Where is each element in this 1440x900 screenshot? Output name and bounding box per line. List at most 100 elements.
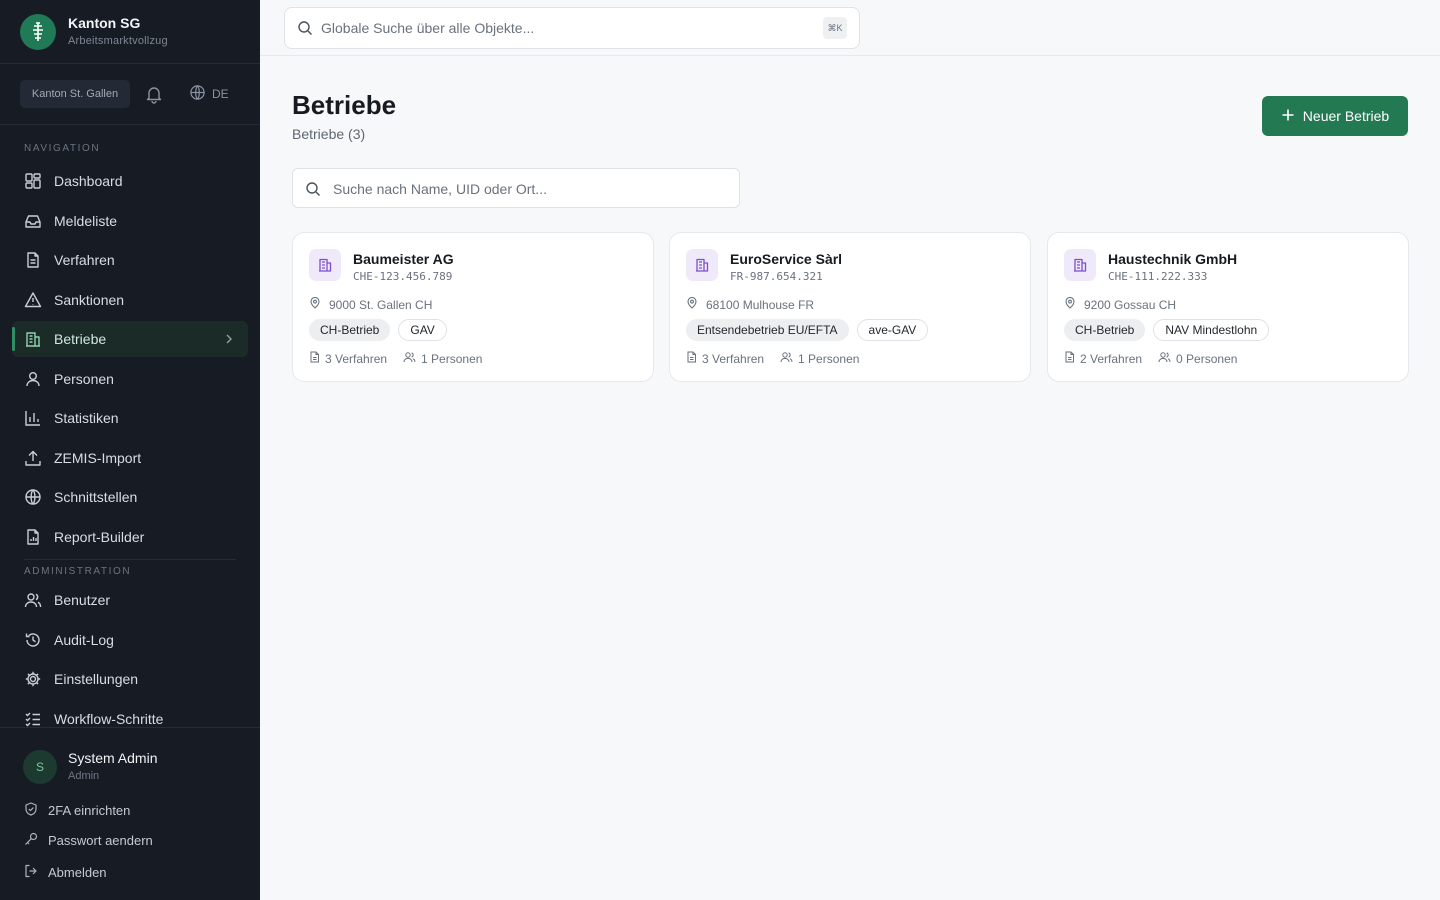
sidebar-item-sanktionen[interactable]: Sanktionen [12,282,248,318]
document-icon [24,251,42,269]
bar-chart-icon [24,409,42,427]
tag-badge: CH-Betrieb [309,319,391,341]
document-icon [1064,351,1075,366]
company-card[interactable]: EuroService Sàrl FR-987.654.321 68100 Mu… [669,232,1031,382]
company-location: 9000 St. Gallen CH [309,296,433,312]
globe-icon [24,488,42,506]
tag-badge: ave-GAV [856,319,929,341]
gear-icon [24,670,42,688]
company-name: Haustechnik GmbH [1108,251,1238,267]
sidebar-item-label: Schnittstellen [54,489,138,505]
document-icon [686,351,697,366]
top-bar: Globale Suche über alle Objekte... ⌘K [260,0,1440,56]
company-search-input[interactable]: Suche nach Name, UID oder Ort... [292,168,740,208]
company-uid: CHE-111.222.333 [1108,270,1208,283]
sidebar-item-report-builder[interactable]: Report-Builder [12,519,248,555]
bell-icon[interactable] [144,84,164,104]
logout-label: Abmelden [48,865,107,880]
sidebar-item-personen[interactable]: Personen [12,361,248,397]
canton-selector[interactable]: Kanton St. Gallen [20,80,130,108]
user-name: System Admin [68,750,158,766]
sidebar-item-meldeliste[interactable]: Meldeliste [12,203,248,239]
inbox-icon [24,212,42,230]
new-company-button[interactable]: Neuer Betrieb [1262,96,1408,136]
search-icon [297,20,313,41]
sidebar-item-verfahren[interactable]: Verfahren [12,242,248,278]
company-location-label: 9200 Gossau CH [1084,297,1177,312]
tag-badge: Entsendebetrieb EU/EFTA [686,319,849,341]
globe-icon [189,84,206,104]
sidebar-item-einstellungen[interactable]: Einstellungen [12,661,248,697]
change-password-link[interactable]: Passwort aendern [24,832,153,849]
company-stats: 2 Verfahren 0 Personen [1064,351,1237,366]
users-icon [780,351,793,366]
company-card[interactable]: Baumeister AG CHE-123.456.789 9000 St. G… [292,232,654,382]
nav-section-label: NAVIGATION [24,143,101,154]
brand-title: Kanton SG [68,15,141,31]
sidebar-item-schnittstellen[interactable]: Schnittstellen [12,479,248,515]
setup-2fa-link[interactable]: 2FA einrichten [24,802,130,819]
company-uid: FR-987.654.321 [730,270,823,283]
company-location: 9200 Gossau CH [1064,296,1177,312]
sidebar-item-dashboard[interactable]: Dashboard [12,163,248,199]
sidebar-item-label: Report-Builder [54,529,145,545]
checklist-icon [24,710,42,728]
warning-icon [24,291,42,309]
company-location-label: 68100 Mulhouse FR [706,297,815,312]
sidebar-item-benutzer[interactable]: Benutzer [12,582,248,618]
users-icon [24,591,42,609]
sidebar-item-label: Einstellungen [54,671,139,687]
company-stats: 3 Verfahren 1 Personen [686,351,859,366]
company-tags: CH-Betrieb GAV [309,319,447,341]
building-icon [24,330,42,348]
users-icon [403,351,416,366]
company-location-label: 9000 St. Gallen CH [329,297,433,312]
person-icon [24,370,42,388]
admin-section-label: ADMINISTRATION [24,566,132,577]
user-panel: S System Admin Admin 2FA einrichten Pass… [0,727,260,900]
tag-badge: NAV Mindestlohn [1153,319,1270,341]
sidebar-item-betriebe[interactable]: Betriebe [12,321,248,357]
users-icon [1158,351,1171,366]
page-subtitle: Betriebe (3) [292,126,366,142]
language-switch[interactable]: DE [189,84,229,104]
map-pin-icon [686,296,698,312]
sidebar-toolbar: Kanton St. Gallen DE [0,64,260,125]
user-role: Admin [68,770,100,782]
company-card[interactable]: Haustechnik GmbH CHE-111.222.333 9200 Go… [1047,232,1409,382]
global-search-input[interactable]: Globale Suche über alle Objekte... ⌘K [284,7,860,49]
company-search-placeholder: Suche nach Name, UID oder Ort... [333,181,547,197]
personen-count: 0 Personen [1158,351,1237,366]
sidebar-item-audit-log[interactable]: Audit-Log [12,622,248,658]
map-pin-icon [1064,296,1076,312]
sidebar-item-zemis-import[interactable]: ZEMIS-Import [12,440,248,476]
tag-badge: CH-Betrieb [1064,319,1146,341]
verfahren-count: 2 Verfahren [1064,351,1142,366]
company-tags: CH-Betrieb NAV Mindestlohn [1064,319,1270,341]
logout-icon [24,864,38,881]
logout-link[interactable]: Abmelden [24,864,107,881]
canton-logo-icon [20,14,56,50]
chevron-right-icon [224,332,234,349]
sidebar-item-label: Audit-Log [54,632,114,648]
global-search-placeholder: Globale Suche über alle Objekte... [321,20,535,36]
company-location: 68100 Mulhouse FR [686,296,815,312]
sidebar-item-statistiken[interactable]: Statistiken [12,400,248,436]
company-tags: Entsendebetrieb EU/EFTA ave-GAV [686,319,929,341]
sidebar-item-label: Workflow-Schritte [54,711,164,727]
plus-icon [1281,108,1295,125]
nav-divider [24,559,236,560]
sidebar-item-label: Statistiken [54,410,119,426]
sidebar: Kanton SG Arbeitsmarktvollzug Kanton St.… [0,0,260,900]
building-icon [686,249,718,281]
page-title: Betriebe [292,90,397,120]
brand-header: Kanton SG Arbeitsmarktvollzug [0,0,260,64]
personen-count: 1 Personen [403,351,482,366]
search-icon [305,181,321,202]
report-icon [24,528,42,546]
sidebar-item-label: ZEMIS-Import [54,450,142,466]
verfahren-count-label: 3 Verfahren [702,351,765,366]
building-icon [309,249,341,281]
sidebar-item-label: Sanktionen [54,292,125,308]
avatar[interactable]: S [23,750,57,784]
